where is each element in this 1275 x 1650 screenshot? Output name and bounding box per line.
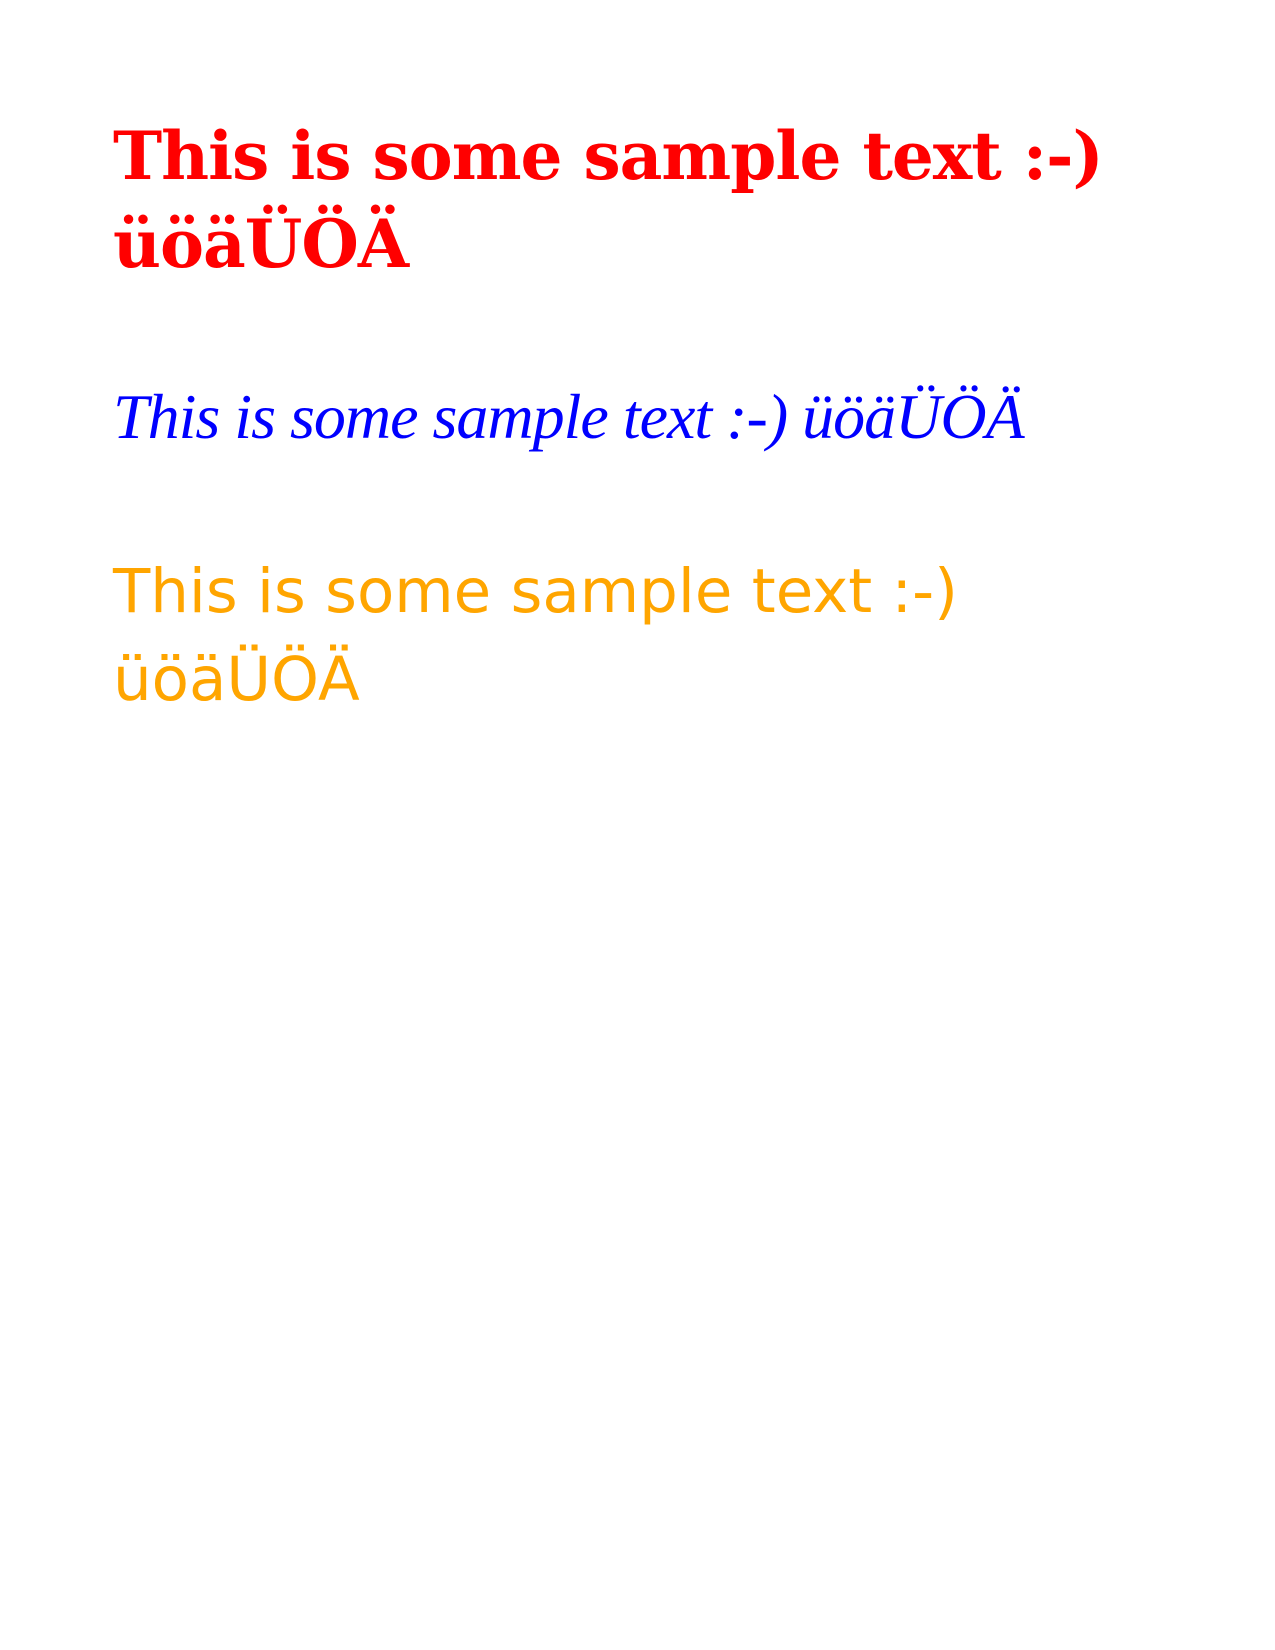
sample-text-blue: This is some sample text :-) üöäÜÖÄ: [113, 372, 1173, 462]
sample-text-orange-line-1: This is some sample text :-): [113, 556, 958, 627]
document-page: This is some sample text :-) üöäÜÖÄ This…: [0, 0, 1275, 1650]
sample-text-red-line-1: This is some sample text :-): [113, 117, 1104, 195]
sample-text-red: This is some sample text :-) üöäÜÖÄ: [113, 112, 1173, 288]
sample-text-orange-line-2: üöäÜÖÄ: [113, 644, 360, 715]
sample-text-red-line-2: üöäÜÖÄ: [113, 205, 409, 283]
sample-text-orange: This is some sample text :-) üöäÜÖÄ: [113, 548, 1173, 724]
sample-text-blue-line: This is some sample text :-) üöäÜÖÄ: [113, 381, 1025, 452]
